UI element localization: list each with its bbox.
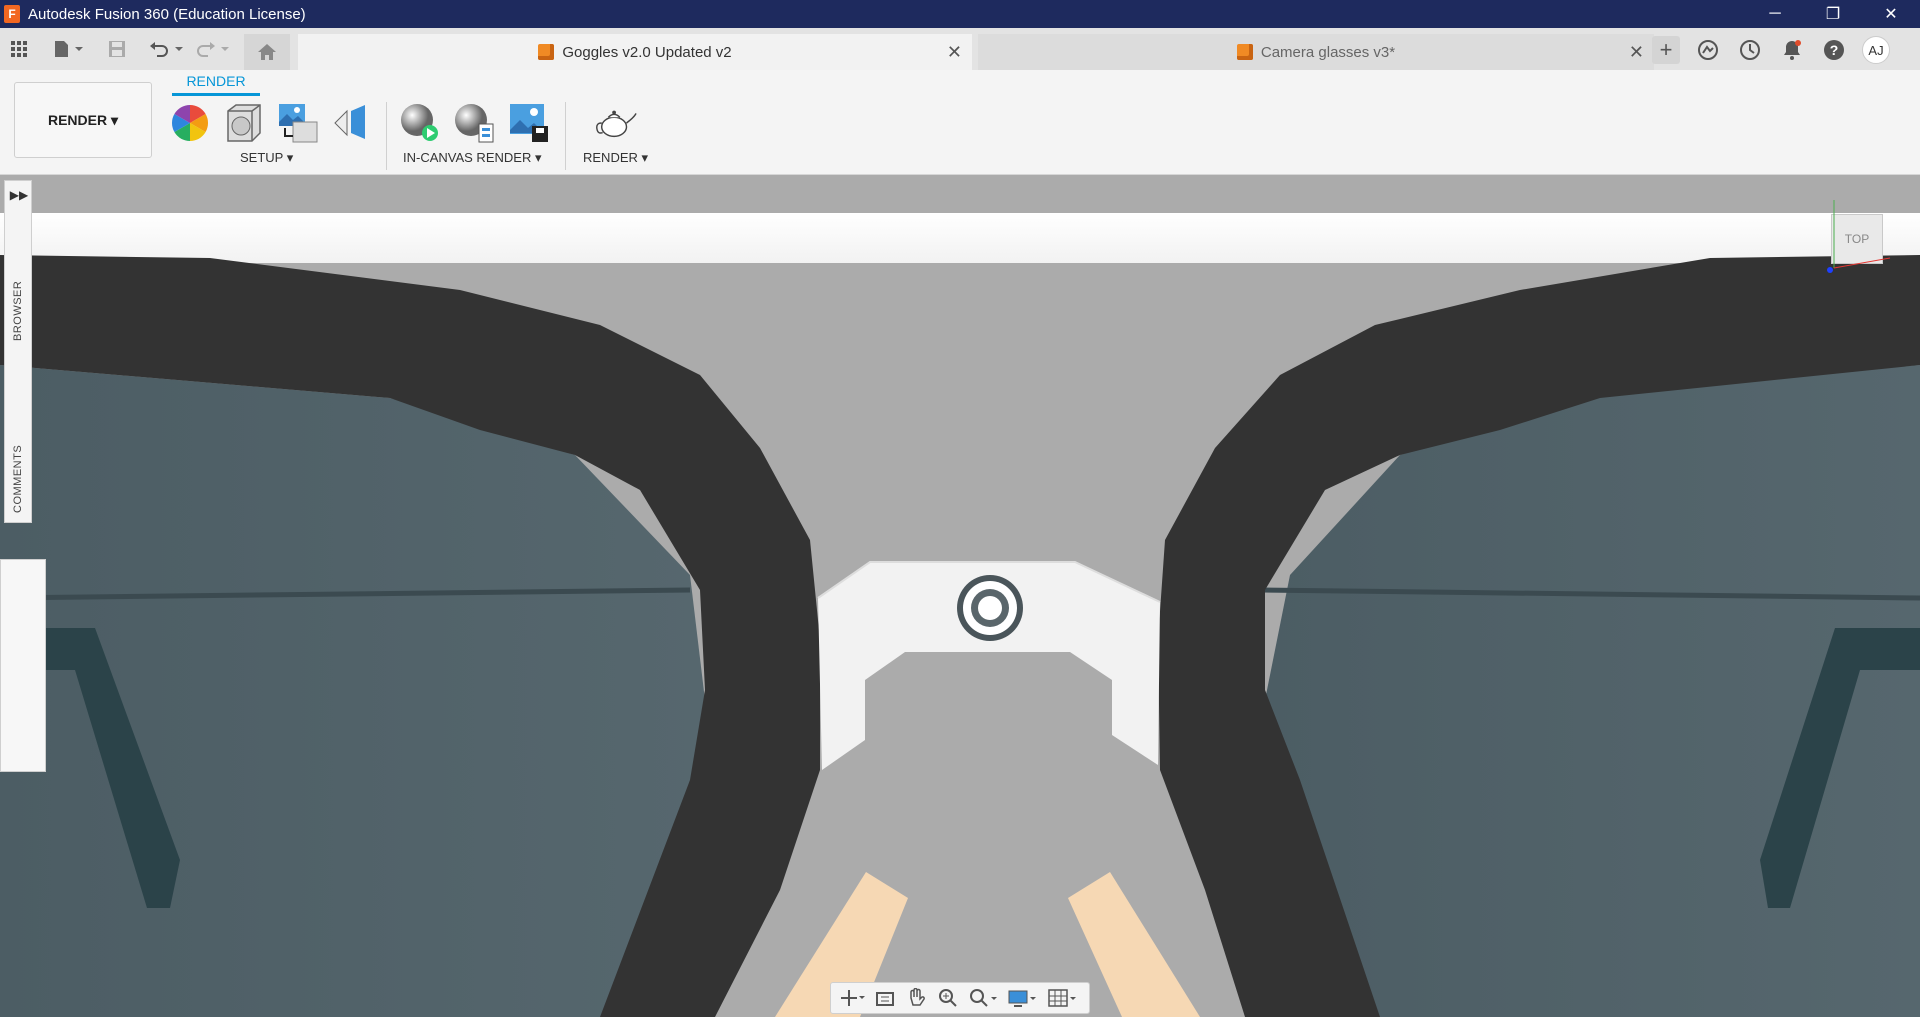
orbit-icon[interactable] <box>840 987 865 1009</box>
browser-comments-panel: ▶▶ BROWSER COMMENTS <box>4 180 32 523</box>
undo-icon[interactable] <box>148 38 184 60</box>
save-icon[interactable] <box>106 38 128 60</box>
design-cube-icon <box>538 44 555 60</box>
tab-camera-glasses[interactable]: Camera glasses v3* ✕ <box>978 34 1654 70</box>
in-canvas-render-group-label[interactable]: IN-CANVAS RENDER ▾ <box>403 150 541 166</box>
environment-library-tool-icon[interactable] <box>277 102 319 144</box>
window-title: Autodesk Fusion 360 (Education License) <box>28 5 306 23</box>
in-canvas-render-tool-icon[interactable] <box>399 102 441 144</box>
tab-label: Camera glasses v3* <box>1260 43 1396 61</box>
tab-goggles[interactable]: Goggles v2.0 Updated v2 ✕ <box>298 34 972 70</box>
decal-tool-icon[interactable] <box>330 102 372 144</box>
close-tab-icon[interactable]: ✕ <box>1629 42 1644 63</box>
new-tab-button[interactable]: + <box>1652 36 1680 64</box>
design-cube-icon <box>1236 44 1253 60</box>
canvas-viewport[interactable] <box>0 175 1920 1017</box>
restore-button[interactable]: ❐ <box>1804 0 1862 28</box>
pan-hand-icon[interactable] <box>904 987 928 1009</box>
zoom-icon[interactable] <box>936 987 960 1009</box>
goggles-model <box>0 175 1920 1017</box>
file-icon[interactable] <box>50 38 86 60</box>
redo-icon[interactable] <box>196 38 232 60</box>
fusion-app-window: F Autodesk Fusion 360 (Education License… <box>0 0 1920 1017</box>
capture-image-tool-icon[interactable] <box>508 102 550 144</box>
title-bar: F Autodesk Fusion 360 (Education License… <box>0 0 1920 28</box>
render-teapot-tool-icon[interactable] <box>595 102 637 144</box>
grid-menu-icon[interactable] <box>8 38 30 60</box>
in-canvas-render-settings-tool-icon[interactable] <box>453 102 495 144</box>
help-icon[interactable]: ? <box>1820 36 1848 64</box>
comments-panel-tab[interactable]: COMMENTS <box>5 434 31 524</box>
ribbon-divider <box>386 102 387 170</box>
workspace-switcher-button[interactable]: RENDER ▾ <box>14 82 152 158</box>
svg-text:?: ? <box>1830 42 1839 58</box>
navigation-bar <box>830 982 1090 1014</box>
setup-group-label[interactable]: SETUP ▾ <box>240 150 293 166</box>
home-icon[interactable] <box>244 34 290 70</box>
close-tab-icon[interactable]: ✕ <box>947 42 962 63</box>
display-settings-icon[interactable] <box>1007 987 1039 1009</box>
ribbon-divider <box>565 102 566 170</box>
tab-label: Goggles v2.0 Updated v2 <box>562 43 732 61</box>
grid-snaps-icon[interactable] <box>1047 987 1079 1009</box>
close-window-button[interactable]: ✕ <box>1862 0 1920 28</box>
minimize-button[interactable]: ─ <box>1746 0 1804 28</box>
window-controls: ─ ❐ ✕ <box>1746 0 1920 28</box>
appearance-tool-icon[interactable] <box>169 102 211 144</box>
tab-strip: Goggles v2.0 Updated v2 ✕ Camera glasses… <box>0 28 1920 70</box>
user-avatar[interactable]: AJ <box>1862 36 1890 64</box>
collapsed-panel-card[interactable] <box>0 559 46 772</box>
job-status-icon[interactable] <box>1736 36 1764 64</box>
tab-render[interactable]: RENDER <box>172 73 260 96</box>
notifications-bell-icon[interactable] <box>1778 36 1806 64</box>
toolbar-ribbon: RENDER ▾ RENDER SETUP ▾ IN-CANVAS RENDER… <box>0 70 1920 175</box>
browser-panel-tab[interactable]: BROWSER <box>5 271 31 351</box>
scene-settings-tool-icon[interactable] <box>223 102 265 144</box>
look-at-icon[interactable] <box>873 987 897 1009</box>
extensions-icon[interactable] <box>1694 36 1722 64</box>
render-group-label[interactable]: RENDER ▾ <box>583 150 648 166</box>
header-right-icons: + ? AJ <box>1652 36 1890 64</box>
axis-triad-icon <box>1827 200 1891 273</box>
fusion-logo-icon: F <box>4 5 20 23</box>
fit-zoom-window-icon[interactable] <box>968 987 1000 1009</box>
expand-panel-icon[interactable]: ▶▶ <box>9 187 29 203</box>
